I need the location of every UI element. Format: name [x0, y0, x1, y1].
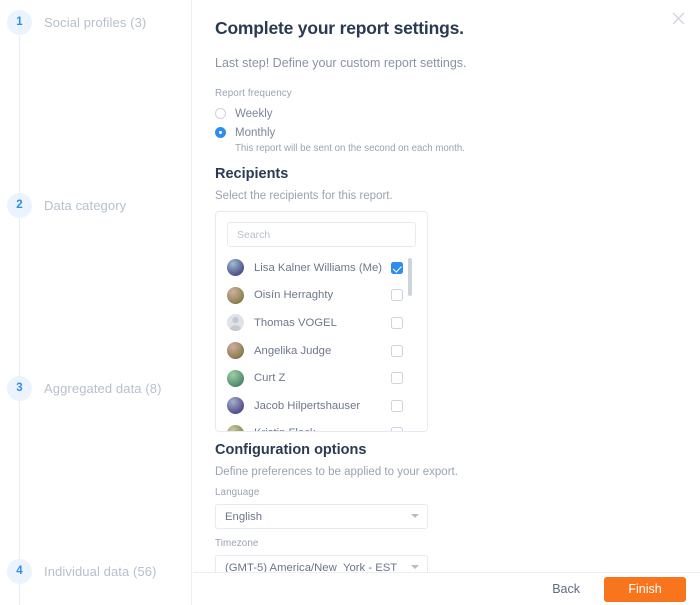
- recipient-name: Oisín Herraghty: [254, 289, 334, 302]
- step-connector-line: [19, 36, 20, 605]
- recipient-name: Jacob Hilpertshauser: [254, 399, 361, 412]
- recipient-list-scrollbar[interactable]: [408, 254, 414, 431]
- recipient-row[interactable]: Thomas VOGEL: [227, 309, 416, 337]
- recipient-name: Kristin Fleck: [254, 427, 391, 431]
- recipient-list[interactable]: Lisa Kalner Williams (Me) Oisín Herraghty…: [227, 254, 416, 431]
- radio-weekly-label: Weekly: [235, 107, 273, 120]
- recipient-checkbox[interactable]: [391, 372, 403, 385]
- back-button[interactable]: Back: [552, 582, 580, 596]
- recipient-name: Lisa Kalner Williams (Me): [254, 261, 383, 274]
- radio-option-weekly[interactable]: Weekly: [215, 105, 676, 122]
- page-title: Complete your report settings.: [215, 18, 464, 38]
- step-list: 1 Social profiles (3) 2 Data category 3 …: [0, 0, 191, 605]
- sidebar-step-label: Aggregated data (8): [44, 380, 162, 396]
- recipient-list-scroll-thumb[interactable]: [408, 258, 412, 296]
- recipient-row[interactable]: Curt Z: [227, 364, 416, 392]
- avatar: [227, 397, 244, 415]
- search-input[interactable]: [227, 222, 416, 247]
- recipient-name: Curt Z: [254, 372, 286, 385]
- sidebar-step-data-category[interactable]: 2 Data category: [0, 192, 191, 218]
- step-number-badge: 4: [7, 558, 32, 584]
- wizard-footer: Back Finish: [193, 572, 700, 605]
- recipient-checkbox[interactable]: [391, 344, 403, 357]
- sidebar-step-label: Individual data (56): [44, 563, 157, 579]
- step-number-badge: 2: [7, 192, 32, 218]
- radio-weekly-input[interactable]: [215, 108, 226, 119]
- step-number-badge: 3: [7, 375, 32, 401]
- close-icon[interactable]: [666, 6, 690, 30]
- avatar: [227, 286, 244, 304]
- language-select[interactable]: English: [215, 504, 428, 529]
- configuration-subtitle: Define preferences to be applied to your…: [215, 466, 458, 478]
- sidebar-step-social-profiles[interactable]: 1 Social profiles (3): [0, 9, 191, 35]
- radio-monthly-label: Monthly: [235, 126, 276, 139]
- finish-button[interactable]: Finish: [604, 576, 686, 602]
- sidebar-step-label: Data category: [44, 197, 127, 213]
- radio-monthly-input[interactable]: [215, 127, 226, 138]
- timezone-select-wrap: (GMT-5) America/New_York - EST: [215, 555, 428, 573]
- avatar: [227, 259, 244, 277]
- timezone-label: Timezone: [215, 538, 259, 549]
- recipient-row[interactable]: Angelika Judge: [227, 337, 416, 365]
- recipients-title: Recipients: [215, 166, 289, 182]
- language-select-wrap: English: [215, 504, 428, 529]
- recipients-subtitle: Select the recipients for this report.: [215, 190, 393, 202]
- step-number-badge: 1: [7, 9, 32, 35]
- recipient-row[interactable]: Jacob Hilpertshauser: [227, 392, 416, 420]
- recipient-checkbox[interactable]: [391, 427, 403, 431]
- sidebar-step-individual-data[interactable]: 4 Individual data (56): [0, 558, 191, 584]
- sidebar-step-label: Social profiles (3): [44, 14, 147, 30]
- avatar: [227, 369, 244, 387]
- recipient-checkbox[interactable]: [391, 261, 403, 274]
- page-subtitle: Last step! Define your custom report set…: [215, 56, 467, 70]
- report-frequency-label: Report frequency: [215, 88, 292, 99]
- wizard-main-panel: Complete your report settings. Last step…: [193, 0, 700, 573]
- recipient-name: Thomas VOGEL: [254, 316, 337, 329]
- recipient-checkbox[interactable]: [391, 399, 403, 412]
- recipient-name: Angelika Judge: [254, 344, 332, 357]
- timezone-select[interactable]: (GMT-5) America/New_York - EST: [215, 555, 428, 573]
- sidebar-step-aggregated-data[interactable]: 3 Aggregated data (8): [0, 375, 191, 401]
- recipient-checkbox[interactable]: [391, 289, 403, 302]
- recipient-row[interactable]: Lisa Kalner Williams (Me): [227, 254, 416, 282]
- language-label: Language: [215, 487, 260, 498]
- report-settings-wizard: 1 Social profiles (3) 2 Data category 3 …: [0, 0, 700, 605]
- recipient-checkbox[interactable]: [391, 316, 403, 329]
- configuration-title: Configuration options: [215, 442, 367, 458]
- avatar: [227, 314, 244, 332]
- recipients-panel: Lisa Kalner Williams (Me) Oisín Herraghty…: [215, 211, 428, 432]
- wizard-sidebar: 1 Social profiles (3) 2 Data category 3 …: [0, 0, 192, 605]
- recipient-row[interactable]: Oisín Herraghty: [227, 282, 416, 310]
- avatar: [227, 424, 244, 431]
- monthly-help-text: This report will be sent on the second o…: [235, 143, 465, 154]
- radio-option-monthly[interactable]: Monthly: [215, 124, 676, 141]
- avatar: [227, 342, 244, 360]
- recipient-row[interactable]: Kristin Fleck: [227, 420, 416, 431]
